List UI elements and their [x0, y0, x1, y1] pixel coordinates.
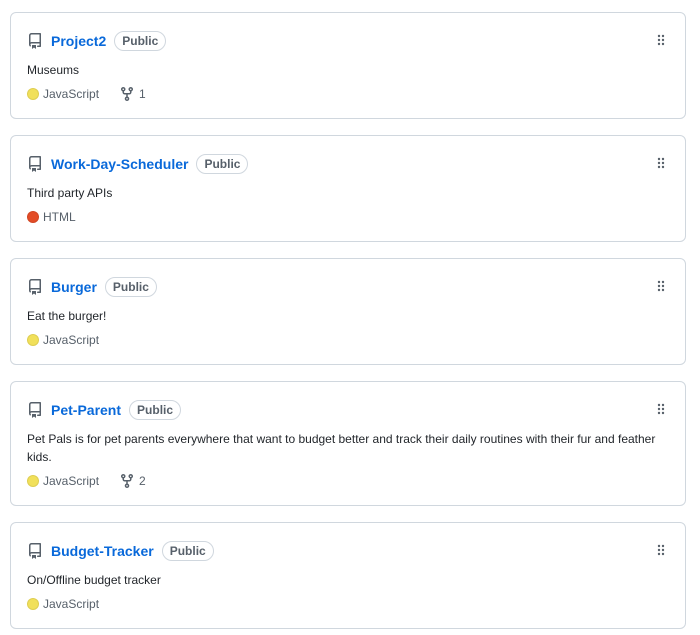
repo-description: Pet Pals is for pet parents everywhere t… [27, 432, 656, 464]
language-label: JavaScript [43, 597, 100, 611]
repo-description: Museums [27, 63, 80, 77]
repo-icon [27, 33, 43, 49]
repo-name-link[interactable]: Project2 [51, 33, 106, 49]
repo-name-link[interactable]: Burger [51, 279, 97, 295]
drag-handle-icon[interactable] [657, 34, 665, 46]
repo-card-pet-parent: Pet-Parent Public Pet Pals is for pet pa… [10, 381, 686, 506]
repo-meta: JavaScript [27, 332, 99, 348]
repo-description: Eat the burger! [27, 309, 107, 323]
visibility-badge: Public [161, 541, 214, 561]
visibility-badge: Public [104, 277, 157, 297]
repo-name-link[interactable]: Budget-Tracker [51, 543, 154, 559]
repo-icon [27, 543, 43, 559]
language-color-dot [27, 88, 39, 100]
repo-icon [27, 402, 43, 418]
drag-handle-icon[interactable] [657, 157, 665, 169]
repo-card-budget-tracker: Budget-Tracker Public On/Offline budget … [10, 522, 686, 629]
language-color-dot [27, 598, 39, 610]
pinned-repo-list: Project2 Public Museums JavaScript 1 Wor… [0, 0, 700, 635]
repo-meta: JavaScript 1 [27, 86, 146, 102]
language-color-dot [27, 475, 39, 487]
fork-icon [119, 86, 135, 102]
repo-card-header: Project2 Public [27, 31, 167, 51]
language-label: JavaScript [43, 333, 100, 347]
repo-description: Third party APIs [27, 186, 113, 200]
visibility-badge: Public [114, 31, 167, 51]
repo-card-header: Work-Day-Scheduler Public [27, 154, 249, 174]
fork-count-link[interactable]: 2 [119, 473, 146, 489]
fork-count: 1 [139, 87, 146, 101]
language-color-dot [27, 211, 39, 223]
drag-handle-icon[interactable] [657, 544, 665, 556]
repo-name-link[interactable]: Work-Day-Scheduler [51, 156, 188, 172]
repo-icon [27, 279, 43, 295]
fork-count-link[interactable]: 1 [119, 86, 146, 102]
repo-card-project2: Project2 Public Museums JavaScript 1 [10, 12, 686, 119]
language-label: JavaScript [43, 87, 100, 101]
fork-icon [119, 473, 135, 489]
repo-icon [27, 156, 43, 172]
repo-card-header: Pet-Parent Public [27, 400, 182, 420]
language-label: HTML [43, 210, 76, 224]
drag-handle-icon[interactable] [657, 280, 665, 292]
repo-meta: HTML [27, 209, 76, 225]
visibility-badge: Public [129, 400, 182, 420]
repo-meta: JavaScript [27, 596, 99, 612]
repo-description: On/Offline budget tracker [27, 573, 161, 587]
language-color-dot [27, 334, 39, 346]
repo-card-work-day-scheduler: Work-Day-Scheduler Public Third party AP… [10, 135, 686, 242]
repo-name-link[interactable]: Pet-Parent [51, 402, 121, 418]
visibility-badge: Public [196, 154, 249, 174]
fork-count: 2 [139, 474, 146, 488]
language-label: JavaScript [43, 474, 100, 488]
repo-card-header: Budget-Tracker Public [27, 541, 214, 561]
repo-card-header: Burger Public [27, 277, 157, 297]
repo-meta: JavaScript 2 [27, 473, 146, 489]
drag-handle-icon[interactable] [657, 403, 665, 415]
repo-card-burger: Burger Public Eat the burger! JavaScript [10, 258, 686, 365]
